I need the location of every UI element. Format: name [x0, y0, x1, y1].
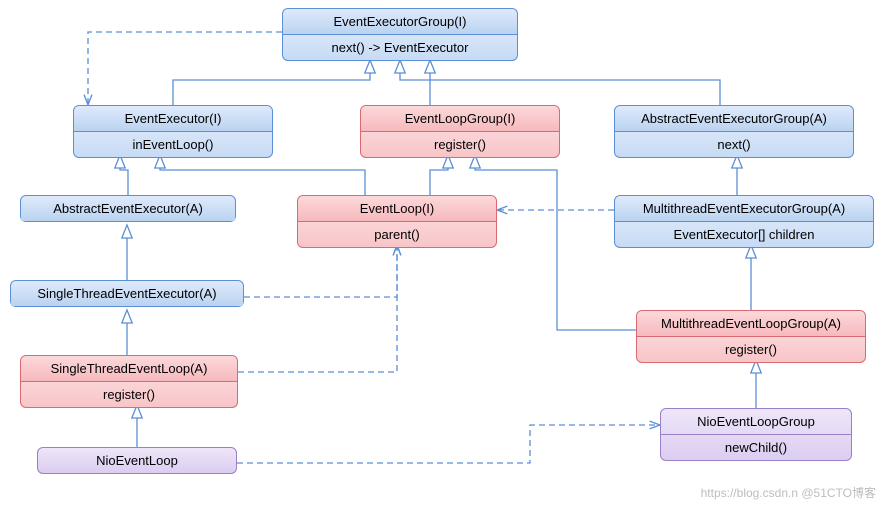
class-name: AbstractEventExecutorGroup(A) [615, 106, 853, 132]
class-member: next() [615, 132, 853, 157]
class-name: MultithreadEventLoopGroup(A) [637, 311, 865, 337]
class-name: EventLoop(I) [298, 196, 496, 222]
class-box-nel: NioEventLoop [37, 447, 237, 474]
class-name: NioEventLoopGroup [661, 409, 851, 435]
class-name: MultithreadEventExecutorGroup(A) [615, 196, 873, 222]
class-box-stee: SingleThreadEventExecutor(A) [10, 280, 244, 307]
class-member: register() [637, 337, 865, 362]
class-box-nelg: NioEventLoopGroupnewChild() [660, 408, 852, 461]
class-box-elg: EventLoopGroup(I)register() [360, 105, 560, 158]
class-box-ee: EventExecutor(I)inEventLoop() [73, 105, 273, 158]
class-box-melg: MultithreadEventLoopGroup(A)register() [636, 310, 866, 363]
class-member: register() [21, 382, 237, 407]
class-box-stel: SingleThreadEventLoop(A)register() [20, 355, 238, 408]
class-box-aeeg: AbstractEventExecutorGroup(A)next() [614, 105, 854, 158]
class-member: newChild() [661, 435, 851, 460]
class-name: NioEventLoop [38, 448, 236, 473]
class-member: EventExecutor[] children [615, 222, 873, 247]
class-member: parent() [298, 222, 496, 247]
class-name: SingleThreadEventExecutor(A) [11, 281, 243, 306]
class-box-meeg: MultithreadEventExecutorGroup(A)EventExe… [614, 195, 874, 248]
class-name: EventLoopGroup(I) [361, 106, 559, 132]
class-name: AbstractEventExecutor(A) [21, 196, 235, 221]
class-member: register() [361, 132, 559, 157]
class-box-el: EventLoop(I)parent() [297, 195, 497, 248]
class-name: SingleThreadEventLoop(A) [21, 356, 237, 382]
class-member: next() -> EventExecutor [283, 35, 517, 60]
class-name: EventExecutor(I) [74, 106, 272, 132]
class-name: EventExecutorGroup(I) [283, 9, 517, 35]
class-box-eeg: EventExecutorGroup(I)next() -> EventExec… [282, 8, 518, 61]
class-box-aee: AbstractEventExecutor(A) [20, 195, 236, 222]
watermark-text: https://blog.csdn.n @51CTO博客 [701, 484, 876, 501]
class-member: inEventLoop() [74, 132, 272, 157]
